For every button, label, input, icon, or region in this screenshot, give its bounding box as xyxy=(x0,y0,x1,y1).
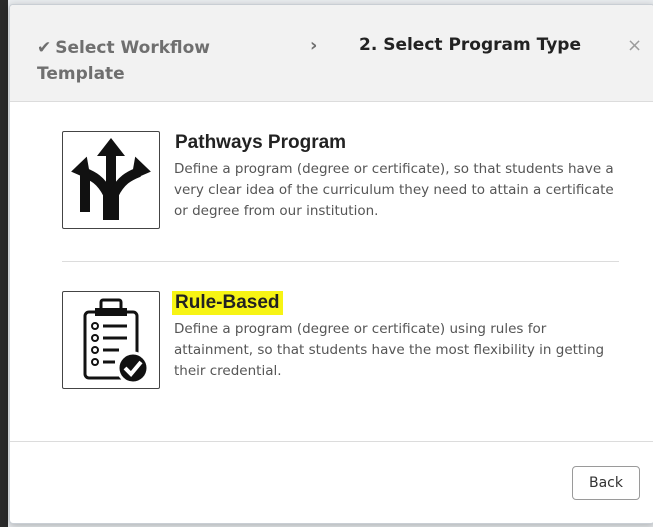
page-edge xyxy=(0,0,8,527)
option-divider xyxy=(62,261,619,262)
option-pathways-program[interactable]: Pathways Program Define a program (degre… xyxy=(62,131,622,231)
option-description: Define a program (degree or certificate)… xyxy=(174,161,614,219)
option-description: Define a program (degree or certificate)… xyxy=(174,321,605,379)
checkmark-icon: ✔ xyxy=(37,38,52,58)
option-title: Pathways Program xyxy=(175,132,347,153)
wizard-step-1-label: Select Workflow Template xyxy=(37,38,211,84)
option-title: Rule-Based xyxy=(172,291,283,315)
wizard-step-1[interactable]: ✔ Select Workflow Template xyxy=(37,35,257,87)
close-icon[interactable]: × xyxy=(627,35,642,56)
chevron-right-icon: › xyxy=(310,35,318,56)
back-button[interactable]: Back xyxy=(572,466,640,500)
wizard-header: ✔ Select Workflow Template › 2. Select Pr… xyxy=(10,5,653,102)
diverging-arrows-icon xyxy=(62,131,160,229)
footer-divider xyxy=(10,441,653,442)
program-type-modal: ✔ Select Workflow Template › 2. Select Pr… xyxy=(9,4,653,524)
wizard-step-2-label: 2. Select Program Type xyxy=(359,35,581,55)
option-rule-based[interactable]: Rule-Based Define a program (degree or c… xyxy=(62,291,622,391)
checklist-clipboard-icon xyxy=(62,291,160,389)
